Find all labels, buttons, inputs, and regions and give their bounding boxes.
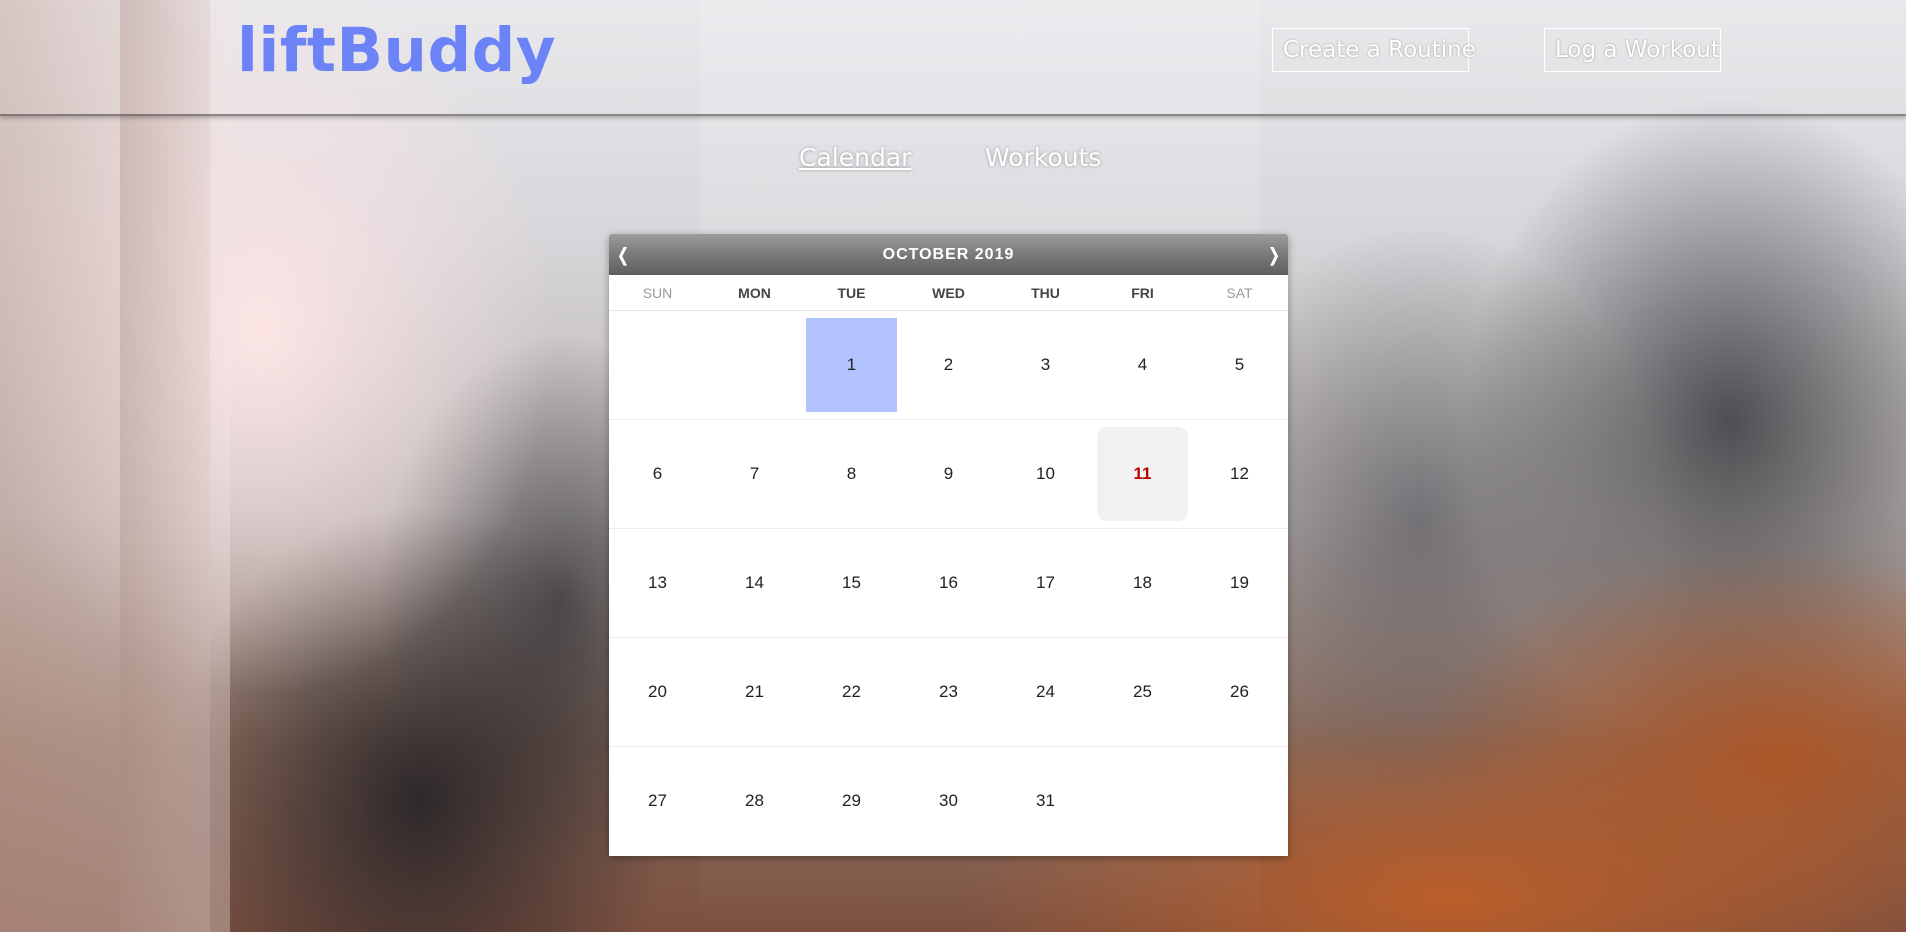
- create-routine-button[interactable]: Create a Routine: [1272, 28, 1476, 72]
- calendar-day[interactable]: 17: [997, 529, 1094, 637]
- calendar-day[interactable]: 11: [1094, 420, 1191, 528]
- weekday-label: THU: [1031, 285, 1060, 301]
- calendar-day-number: 15: [842, 573, 861, 592]
- calendar-day[interactable]: 18: [1094, 529, 1191, 637]
- calendar-day-number: 9: [943, 464, 954, 483]
- sub-navigation: Calendar Workouts: [0, 142, 1906, 178]
- calendar-day-number: 8: [846, 464, 857, 483]
- calendar-empty-cell: [706, 311, 803, 419]
- calendar-grid: 1 2 3 4 5 6 7 8 9 10 11 12 13 14 15 16 17 18 19 20 21 22 23 24 2…: [609, 311, 1288, 856]
- calendar-widget: ❬ OCTOBER 2019 ❭ SUN MON TUE WED THU FRI…: [609, 234, 1288, 856]
- app-logo[interactable]: liftBuddy: [237, 16, 556, 86]
- calendar-day-number: 30: [939, 791, 958, 810]
- calendar-day[interactable]: 2: [900, 311, 997, 419]
- calendar-day-number: 25: [1133, 682, 1152, 701]
- calendar-week-row: 20 21 22 23 24 25 26: [609, 638, 1288, 747]
- calendar-day-number: 21: [745, 682, 764, 701]
- background-window-frame: [120, 0, 210, 932]
- calendar-day-number: 28: [745, 791, 764, 810]
- calendar-day-number: 3: [1040, 355, 1051, 374]
- calendar-day-number: 5: [1234, 355, 1245, 374]
- calendar-day[interactable]: 4: [1094, 311, 1191, 419]
- calendar-week-row: 13 14 15 16 17 18 19: [609, 529, 1288, 638]
- log-workout-button[interactable]: Log a Workout: [1544, 28, 1721, 72]
- calendar-day-number: 20: [648, 682, 667, 701]
- calendar-day-number: 13: [648, 573, 667, 592]
- weekday-label: MON: [738, 285, 771, 301]
- calendar-day-number: 6: [652, 464, 663, 483]
- calendar-day-number: 10: [1036, 464, 1055, 483]
- calendar-day[interactable]: 20: [609, 638, 706, 746]
- calendar-week-row: 1 2 3 4 5: [609, 311, 1288, 420]
- calendar-day[interactable]: 19: [1191, 529, 1288, 637]
- tab-calendar[interactable]: Calendar: [799, 142, 911, 174]
- calendar-day-number: 11: [1133, 464, 1152, 483]
- calendar-day-number: 4: [1137, 355, 1148, 374]
- calendar-day-number: 12: [1230, 464, 1249, 483]
- calendar-day[interactable]: 25: [1094, 638, 1191, 746]
- calendar-day-number: 31: [1036, 791, 1055, 810]
- calendar-week-row: 27 28 29 30 31: [609, 747, 1288, 856]
- calendar-day[interactable]: 27: [609, 747, 706, 856]
- calendar-day-number: 22: [842, 682, 861, 701]
- calendar-day-number: 26: [1230, 682, 1249, 701]
- calendar-day[interactable]: 13: [609, 529, 706, 637]
- next-month-icon[interactable]: ❭: [1262, 234, 1286, 277]
- calendar-day-number: 16: [939, 573, 958, 592]
- tab-workouts[interactable]: Workouts: [985, 142, 1101, 174]
- calendar-day[interactable]: 6: [609, 420, 706, 528]
- calendar-day-number: 29: [842, 791, 861, 810]
- calendar-day[interactable]: 10: [997, 420, 1094, 528]
- calendar-day-number: 1: [846, 355, 857, 374]
- weekday-label: WED: [932, 285, 965, 301]
- calendar-day-number: 7: [749, 464, 760, 483]
- calendar-month-title: OCTOBER 2019: [882, 246, 1015, 263]
- calendar-day[interactable]: 3: [997, 311, 1094, 419]
- weekday-header-row: SUN MON TUE WED THU FRI SAT: [609, 275, 1288, 311]
- calendar-day[interactable]: 26: [1191, 638, 1288, 746]
- calendar-day[interactable]: 21: [706, 638, 803, 746]
- calendar-day[interactable]: 9: [900, 420, 997, 528]
- calendar-day-number: 19: [1230, 573, 1249, 592]
- calendar-day[interactable]: 29: [803, 747, 900, 856]
- calendar-day[interactable]: 5: [1191, 311, 1288, 419]
- calendar-header: ❬ OCTOBER 2019 ❭: [609, 234, 1288, 275]
- calendar-day[interactable]: 22: [803, 638, 900, 746]
- calendar-day[interactable]: 1: [803, 311, 900, 419]
- calendar-day[interactable]: 8: [803, 420, 900, 528]
- calendar-day[interactable]: 15: [803, 529, 900, 637]
- weekday-label: FRI: [1131, 285, 1154, 301]
- calendar-day-number: 27: [648, 791, 667, 810]
- calendar-empty-cell: [609, 311, 706, 419]
- calendar-day[interactable]: 14: [706, 529, 803, 637]
- top-header: liftBuddy Create a Routine Log a Workout: [0, 0, 1906, 116]
- calendar-day-number: 23: [939, 682, 958, 701]
- calendar-day[interactable]: 31: [997, 747, 1094, 856]
- calendar-day[interactable]: 23: [900, 638, 997, 746]
- calendar-day[interactable]: 24: [997, 638, 1094, 746]
- calendar-day[interactable]: 16: [900, 529, 997, 637]
- calendar-day[interactable]: 30: [900, 747, 997, 856]
- weekday-label: TUE: [837, 285, 866, 301]
- calendar-week-row: 6 7 8 9 10 11 12: [609, 420, 1288, 529]
- weekday-label: SUN: [642, 285, 673, 301]
- calendar-day-number: 17: [1036, 573, 1055, 592]
- calendar-day[interactable]: 28: [706, 747, 803, 856]
- calendar-empty-cell: [1094, 747, 1191, 856]
- weekday-label: SAT: [1226, 285, 1253, 301]
- calendar-day-number: 24: [1036, 682, 1055, 701]
- calendar-day-number: 2: [943, 355, 954, 374]
- calendar-empty-cell: [1191, 747, 1288, 856]
- calendar-day[interactable]: 12: [1191, 420, 1288, 528]
- calendar-day-number: 18: [1133, 573, 1152, 592]
- calendar-day[interactable]: 7: [706, 420, 803, 528]
- calendar-day-number: 14: [745, 573, 764, 592]
